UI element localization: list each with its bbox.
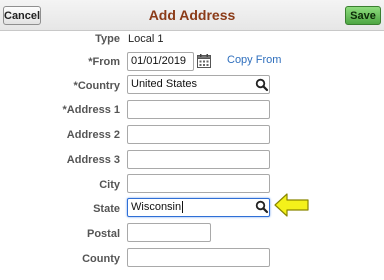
country-label: *Country xyxy=(73,80,120,92)
state-input[interactable]: Wisconsin xyxy=(127,198,270,217)
state-search-icon[interactable] xyxy=(255,200,269,214)
postal-label: Postal xyxy=(86,228,120,240)
address1-input[interactable] xyxy=(127,100,270,119)
county-input[interactable] xyxy=(127,248,270,267)
state-label: State xyxy=(93,203,120,215)
address3-label: Address 3 xyxy=(66,154,120,166)
country-input[interactable]: United States xyxy=(127,75,270,94)
text-cursor xyxy=(182,201,184,214)
address1-label: *Address 1 xyxy=(62,104,120,116)
city-input[interactable] xyxy=(127,174,270,193)
type-value: Local 1 xyxy=(128,33,164,45)
city-label: City xyxy=(99,179,120,191)
type-label: Type xyxy=(95,33,120,45)
cancel-button[interactable]: Cancel xyxy=(3,6,41,25)
address2-input[interactable] xyxy=(127,125,270,144)
address2-label: Address 2 xyxy=(66,129,120,141)
postal-input[interactable] xyxy=(127,223,211,242)
address3-input[interactable] xyxy=(127,150,270,169)
arrow-left-icon xyxy=(274,193,310,220)
state-input-value: Wisconsin xyxy=(131,201,182,213)
page-title: Add Address xyxy=(148,7,236,23)
from-label: *From xyxy=(88,56,120,68)
header-bar: Cancel Add Address Save xyxy=(0,0,384,31)
from-date-input[interactable]: 01/01/2019 xyxy=(127,52,194,71)
calendar-icon[interactable] xyxy=(197,54,211,68)
copy-from-link[interactable]: Copy From xyxy=(227,54,281,66)
country-search-icon[interactable] xyxy=(255,78,269,92)
county-label: County xyxy=(82,253,120,265)
save-button[interactable]: Save xyxy=(345,6,381,25)
